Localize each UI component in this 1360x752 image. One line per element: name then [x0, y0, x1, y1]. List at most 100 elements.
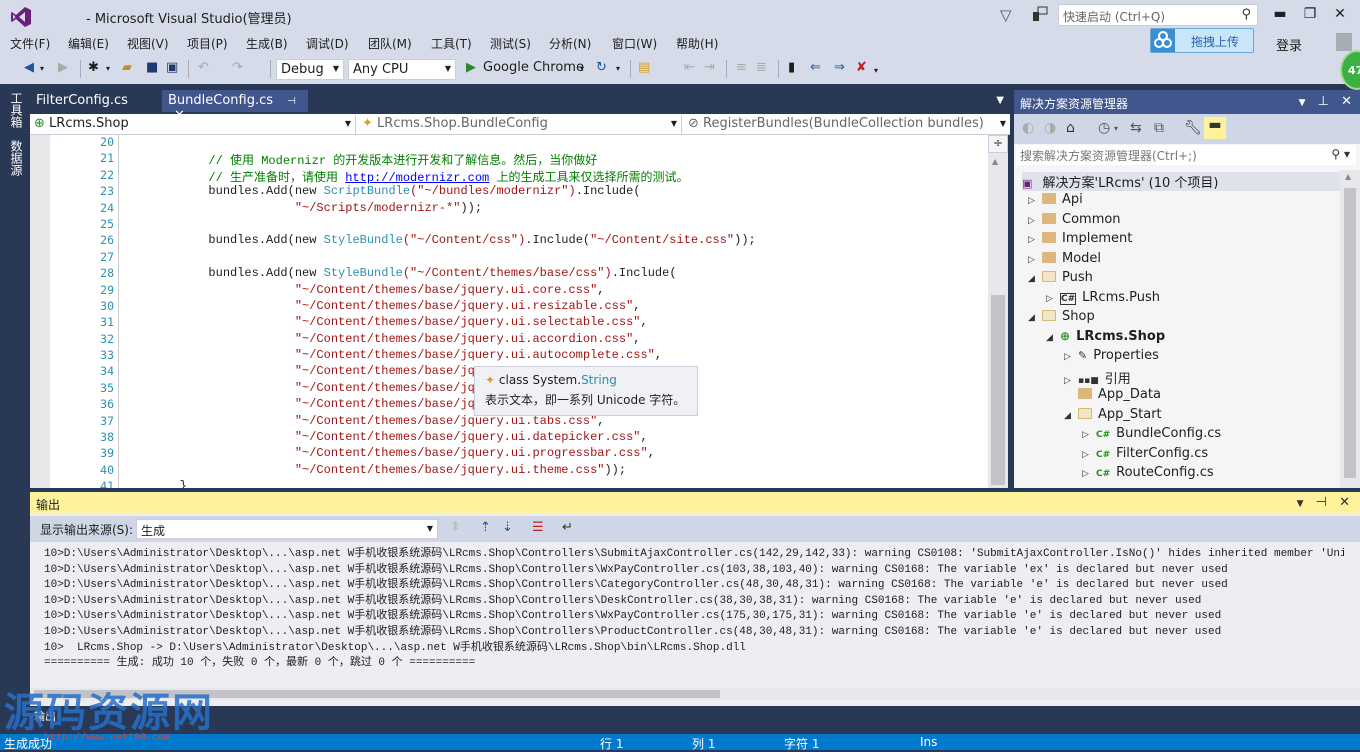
close-button[interactable]: ✕	[1330, 6, 1350, 22]
close-icon[interactable]: ✕	[1341, 94, 1352, 109]
menu-analyze[interactable]: 分析(N)	[549, 35, 591, 52]
tree-item[interactable]: ▷ ✎ Properties	[1064, 348, 1159, 367]
redo-icon[interactable]: ↷	[232, 60, 243, 75]
menu-window[interactable]: 窗口(W)	[612, 35, 657, 52]
tree-item[interactable]: ◢ Shop	[1028, 309, 1095, 328]
tree-item[interactable]: ▷ Implement	[1028, 231, 1132, 250]
output-text[interactable]: 10>D:\Users\Administrator\Desktop\...\as…	[44, 544, 1344, 684]
menu-view[interactable]: 视图(V)	[127, 35, 169, 52]
collapse-all-icon[interactable]: ⧉	[1154, 120, 1164, 136]
indent-icon[interactable]: ⇥	[704, 60, 715, 75]
collapse-icon[interactable]: ◢	[1064, 411, 1078, 421]
scroll-up-icon[interactable]: ▲	[992, 157, 998, 166]
expand-icon[interactable]: ▷	[1028, 235, 1042, 245]
undo-icon[interactable]: ↶	[198, 60, 209, 75]
pin-icon[interactable]: ⊥	[1318, 94, 1329, 109]
class-dropdown[interactable]: ✦ LRcms.Shop.BundleConfig ▼	[358, 115, 682, 134]
previous-bookmark-icon[interactable]: ⇐	[810, 60, 821, 75]
solution-scrollbar[interactable]: ▲	[1340, 170, 1360, 488]
login-link[interactable]: 登录	[1276, 35, 1302, 54]
expand-icon[interactable]: ▷	[1064, 352, 1078, 362]
navigate-back-icon[interactable]: ◀	[24, 60, 34, 75]
back-icon[interactable]: ◐	[1022, 120, 1034, 136]
expand-icon[interactable]: ▷	[1082, 469, 1096, 479]
chevron-down-icon[interactable]: ▾	[1114, 124, 1118, 133]
output-source-dropdown[interactable]: 生成 ▼	[136, 519, 438, 539]
refresh-dropdown-icon[interactable]: ▾	[616, 64, 620, 73]
tree-item[interactable]: ◢ Push	[1028, 270, 1093, 289]
properties-icon[interactable]: 🔧︎	[1184, 120, 1202, 136]
preview-selected-icon[interactable]: ▬	[1204, 117, 1226, 139]
expand-icon[interactable]: ▷	[1046, 294, 1060, 304]
tree-item[interactable]: ◢ ⊕ LRcms.Shop	[1046, 329, 1165, 348]
word-wrap-icon[interactable]: ↵	[562, 520, 573, 535]
quick-launch-input[interactable]: 快速启动 (Ctrl+Q) ⚲	[1058, 4, 1258, 26]
previous-message-icon[interactable]: ⇡	[480, 520, 491, 535]
outdent-icon[interactable]: ⇤	[684, 60, 695, 75]
forward-icon[interactable]: ◑	[1044, 120, 1056, 136]
menu-edit[interactable]: 编辑(E)	[68, 35, 109, 52]
save-icon[interactable]: ■	[146, 60, 158, 75]
output-horizontal-scrollbar[interactable]	[30, 688, 1360, 700]
find-in-files-icon[interactable]: ▤	[638, 60, 650, 75]
bookmark-icon[interactable]: ▮	[788, 60, 795, 75]
refresh-icon[interactable]: ↻	[596, 60, 607, 75]
tree-item[interactable]: ▷ C# FilterConfig.cs	[1082, 446, 1208, 465]
collapse-icon[interactable]: ◢	[1028, 313, 1042, 323]
scroll-thumb[interactable]	[991, 295, 1005, 485]
window-position-icon[interactable]: ▼	[1297, 499, 1304, 509]
solution-root[interactable]: ▣ 解决方案'LRcms' (10 个项目)	[1022, 172, 1340, 191]
tree-item[interactable]: ▷ C# BundleConfig.cs	[1082, 426, 1221, 445]
data-sources-tab[interactable]: 数据源	[8, 140, 25, 176]
pending-changes-icon[interactable]: ◷	[1098, 120, 1110, 136]
new-project-icon[interactable]: ✱	[88, 60, 99, 75]
tree-item[interactable]: ▷ C# LRcms.Push	[1046, 290, 1160, 309]
scroll-up-icon[interactable]: ▲	[1345, 172, 1351, 181]
collapse-icon[interactable]: ◢	[1028, 274, 1042, 284]
uncomment-icon[interactable]: ≣	[756, 60, 767, 75]
configuration-dropdown[interactable]: Debug ▼	[276, 59, 344, 80]
run-target-button[interactable]: Google Chrome	[483, 60, 584, 75]
menu-team[interactable]: 团队(M)	[368, 35, 412, 52]
expand-icon[interactable]: ▷	[1064, 376, 1078, 386]
feedback-icon[interactable]	[1032, 6, 1048, 22]
new-dropdown-icon[interactable]: ▾	[106, 64, 110, 73]
tree-item[interactable]: ▷ Common	[1028, 212, 1121, 231]
sync-icon[interactable]: ⇆	[1130, 120, 1142, 136]
menu-debug[interactable]: 调试(D)	[306, 35, 349, 52]
editor-vertical-scrollbar[interactable]: ÷ ▲	[988, 135, 1008, 488]
platform-dropdown[interactable]: Any CPU ▼	[348, 59, 456, 80]
pin-icon[interactable]: ⊣	[287, 96, 296, 107]
tab-overflow-icon[interactable]: ▼	[996, 95, 1004, 106]
comment-icon[interactable]: ≡	[736, 60, 747, 75]
solution-search-input[interactable]: 搜索解决方案资源管理器(Ctrl+;) ⚲ ▾	[1016, 145, 1356, 165]
collapse-icon[interactable]: ◢	[1046, 333, 1060, 343]
tab-bundleconfig[interactable]: BundleConfig.cs ⊣ ✕	[162, 90, 308, 123]
minimize-button[interactable]: ▬	[1270, 6, 1290, 22]
upload-button[interactable]: 拖拽上传	[1150, 28, 1254, 53]
restore-button[interactable]: ❐	[1300, 6, 1320, 22]
expand-icon[interactable]: ▷	[1082, 430, 1096, 440]
menu-build[interactable]: 生成(B)	[246, 35, 288, 52]
split-editor-icon[interactable]: ÷	[988, 135, 1008, 153]
tree-item[interactable]: ◢ App_Start	[1064, 407, 1162, 426]
menu-tools[interactable]: 工具(T)	[431, 35, 472, 52]
pin-icon[interactable]: ⊣	[1316, 495, 1327, 510]
project-dropdown[interactable]: ⊕ LRcms.Shop ▼	[30, 115, 356, 134]
find-message-icon[interactable]: ⇞	[450, 520, 461, 535]
tree-item[interactable]: ▷ Api	[1028, 192, 1083, 211]
next-bookmark-icon[interactable]: ⇒	[834, 60, 845, 75]
open-file-icon[interactable]: ▰	[122, 60, 132, 75]
close-icon[interactable]: ✕	[1339, 495, 1350, 510]
home-icon[interactable]: ⌂	[1066, 120, 1075, 136]
next-message-icon[interactable]: ⇣	[502, 520, 513, 535]
avatar[interactable]	[1336, 33, 1352, 51]
save-all-icon[interactable]: ▣	[166, 60, 178, 75]
navigate-forward-icon[interactable]: ▶	[58, 60, 68, 75]
expand-icon[interactable]: ▷	[1082, 450, 1096, 460]
tree-item[interactable]: ▷ C# RouteConfig.cs	[1082, 465, 1214, 484]
clear-all-icon[interactable]: ☰	[532, 520, 544, 535]
toolbox-tab[interactable]: 工具箱	[8, 92, 25, 128]
window-position-icon[interactable]: ▼	[1299, 98, 1306, 108]
run-target-dropdown-icon[interactable]: ▾	[580, 64, 584, 73]
